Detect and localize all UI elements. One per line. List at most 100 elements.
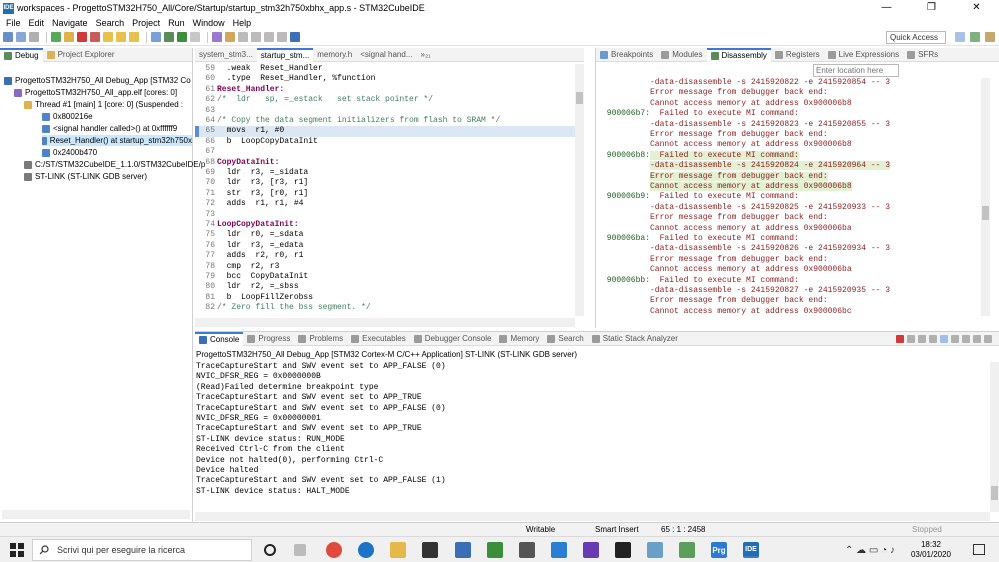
tab-problems[interactable]: Problems	[294, 332, 347, 346]
disassembly-body[interactable]: -data-disassemble -s 2415920822 -e 24159…	[596, 78, 980, 316]
paint-icon[interactable]	[679, 542, 695, 558]
tab-debug[interactable]: Debug	[0, 47, 43, 62]
run-icon[interactable]	[177, 32, 187, 42]
close-button[interactable]: ✕	[954, 0, 999, 16]
disassembly-line[interactable]: -data-disassemble -s 2415920825 -e 24159…	[596, 203, 980, 213]
tree-thread[interactable]: Thread #1 [main] 1 [core: 0] (Suspended …	[24, 99, 183, 110]
programmer-icon[interactable]: Prg	[711, 542, 727, 558]
code-line[interactable]: 82/* Zero fill the bss segment. */	[195, 303, 575, 313]
scroll-lock-icon[interactable]	[929, 334, 937, 343]
external-tools-icon[interactable]	[190, 32, 200, 42]
stm32cubeide-icon[interactable]: IDE	[743, 542, 759, 558]
tree-frame[interactable]: 0x2400b470	[42, 147, 97, 158]
disassembly-line[interactable]: Cannot access memory at address 0x900006…	[596, 265, 980, 275]
editor-scrollbar[interactable]	[575, 64, 584, 316]
code-line[interactable]: 79 bcc CopyDataInit	[195, 272, 575, 282]
back-icon[interactable]	[264, 32, 274, 42]
code-line[interactable]: 67	[195, 147, 575, 157]
menu-run[interactable]: Run	[164, 18, 189, 28]
terminate-icon[interactable]	[896, 334, 904, 343]
horizontal-scrollbar[interactable]	[2, 510, 190, 519]
tab-breakpoints[interactable]: Breakpoints	[596, 48, 657, 62]
edge-icon[interactable]	[358, 542, 374, 558]
tree-frame-selected[interactable]: Reset_Handler() at startup_stm32h750x	[42, 135, 192, 146]
tab-executables[interactable]: Executables	[347, 332, 410, 346]
terminate-icon[interactable]	[77, 32, 87, 42]
tab-live-expressions[interactable]: Live Expressions	[824, 48, 903, 62]
tree-stlink[interactable]: ST-LINK (ST-LINK GDB server)	[24, 171, 147, 182]
disassembly-line[interactable]: -data-disassemble -s 2415920824 -e 24159…	[596, 161, 980, 171]
minimize-button[interactable]: —	[864, 0, 909, 16]
disassembly-line[interactable]: 900006b7: Failed to execute MI command:	[596, 109, 980, 119]
pin-icon[interactable]	[238, 32, 248, 42]
perspective-debug-icon[interactable]	[970, 32, 980, 42]
display-console-icon[interactable]	[951, 334, 959, 343]
disassembly-line[interactable]: Error message from debugger back end:	[596, 255, 980, 265]
code-line[interactable]: 80 ldr r2, =_sbss	[195, 282, 575, 292]
tree-frame[interactable]: <signal handler called>() at 0xffffff9	[42, 123, 177, 134]
menu-file[interactable]: File	[2, 18, 25, 28]
calculator-icon[interactable]	[519, 542, 535, 558]
maximize-icon[interactable]	[984, 334, 992, 343]
code-line[interactable]: 78 cmp r2, r3	[195, 262, 575, 272]
disassembly-line[interactable]: -data-disassemble -s 2415920826 -e 24159…	[596, 244, 980, 254]
tree-launch-config[interactable]: ProgettoSTM32H750_All Debug_App [STM32 C…	[4, 75, 191, 86]
tab-sfrs[interactable]: SFRs	[903, 48, 942, 62]
disassembly-line[interactable]: Error message from debugger back end:	[596, 130, 980, 140]
menu-window[interactable]: Window	[189, 18, 229, 28]
code-line[interactable]: 61 Reset_Handler:	[195, 85, 575, 95]
remove-launch-icon[interactable]	[907, 334, 915, 343]
menu-navigate[interactable]: Navigate	[48, 18, 92, 28]
tab-disassembly[interactable]: Disassembly	[706, 47, 771, 62]
disassembly-line[interactable]: Cannot access memory at address 0x900006…	[596, 307, 980, 317]
code-line[interactable]: 62/* ldr sp, =_estack set stack pointer …	[195, 95, 575, 105]
disassembly-line[interactable]: Cannot access memory at address 0x900006…	[596, 182, 980, 192]
location-input[interactable]	[813, 64, 899, 77]
disassembly-line[interactable]: Error message from debugger back end:	[596, 88, 980, 98]
disassembly-line[interactable]: -data-disassemble -s 2415920823 -e 24159…	[596, 120, 980, 130]
disconnect-icon[interactable]	[90, 32, 100, 42]
disassembly-line[interactable]: 900006ba: Failed to execute MI command:	[596, 234, 980, 244]
disassembly-line[interactable]: Error message from debugger back end:	[596, 171, 980, 182]
tab-debugger-console[interactable]: Debugger Console	[410, 332, 496, 346]
resume-icon[interactable]	[51, 32, 61, 42]
tab-memory-h[interactable]: memory.h	[313, 48, 356, 62]
tree-gdb-path[interactable]: C:/ST/STM32CubeIDE_1.1.0/STM32CubeIDE/p	[24, 159, 205, 170]
code-line[interactable]: 72 adds r1, r1, #4	[195, 199, 575, 209]
code-line[interactable]: 69 ldr r3, =_sidata	[195, 168, 575, 178]
start-icon[interactable]	[10, 543, 24, 557]
open-type-icon[interactable]	[212, 32, 222, 42]
tab-overflow[interactable]: »₂₁	[417, 48, 435, 62]
code-line[interactable]: 66 b LoopCopyDataInit	[195, 137, 575, 147]
tab-registers[interactable]: Registers	[771, 48, 824, 62]
perspective-cpp-icon[interactable]	[955, 32, 965, 42]
code-line[interactable]: 76 ldr r3, =_edata	[195, 241, 575, 251]
disassembly-line[interactable]: 900006b8: Failed to execute MI command:	[596, 150, 980, 161]
mail-icon[interactable]	[455, 542, 471, 558]
debug-icon[interactable]	[164, 32, 174, 42]
app-icon[interactable]	[647, 542, 663, 558]
tab-project-explorer[interactable]: Project Explorer	[43, 48, 119, 62]
minimize-icon[interactable]	[973, 334, 981, 343]
tab-console[interactable]: Console	[195, 331, 244, 346]
code-line[interactable]: 81 b LoopFillZerobss	[195, 293, 575, 303]
build-icon[interactable]	[151, 32, 161, 42]
task-view-icon[interactable]	[294, 544, 306, 556]
tab-search[interactable]: Search	[543, 332, 587, 346]
tab-memory[interactable]: Memory	[495, 332, 543, 346]
menu-edit[interactable]: Edit	[25, 18, 49, 28]
store-icon[interactable]	[422, 542, 438, 558]
file-explorer-icon[interactable]	[390, 542, 406, 558]
notifications-icon[interactable]	[973, 544, 985, 555]
disassembly-line[interactable]: -data-disassemble -s 2415920822 -e 24159…	[596, 78, 980, 88]
clear-console-icon[interactable]	[918, 334, 926, 343]
code-line[interactable]: 68 CopyDataInit:	[195, 158, 575, 168]
suspend-icon[interactable]	[64, 32, 74, 42]
tab-signal-handler[interactable]: <signal hand...	[356, 48, 416, 62]
tab-static-stack-analyzer[interactable]: Static Stack Analyzer	[588, 332, 682, 346]
disassembly-line[interactable]: Cannot access memory at address 0x900006…	[596, 99, 980, 109]
editor-hscrollbar[interactable]	[195, 318, 575, 327]
code-line[interactable]: 71 str r3, [r0, r1]	[195, 189, 575, 199]
code-line[interactable]: 65 movs r1, #0	[195, 126, 575, 137]
tree-elf[interactable]: ProgettoSTM32H750_All_app.elf [cores: 0]	[14, 87, 177, 98]
